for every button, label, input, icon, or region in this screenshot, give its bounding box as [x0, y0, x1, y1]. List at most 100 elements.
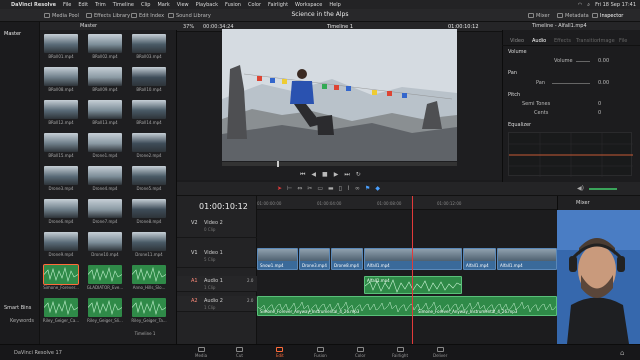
page-deliver[interactable]: Deliver — [433, 347, 447, 358]
skip-back-icon[interactable]: ⏮ — [300, 171, 305, 179]
clip-thumbnail[interactable] — [44, 67, 78, 86]
clip-thumbnail[interactable] — [132, 298, 166, 317]
inspector-button[interactable]: Inspector — [592, 11, 623, 20]
insert-clip-icon[interactable]: ▭ — [317, 185, 323, 192]
trim-tool-icon[interactable]: ⊢ — [287, 185, 292, 192]
clip-thumbnail[interactable] — [44, 166, 78, 185]
bin-master[interactable]: Master — [4, 31, 21, 37]
section-pan[interactable]: Pan — [508, 70, 517, 76]
audio-clip[interactable]: Simone_Forever_Anyway_Instrumental_4_26.… — [257, 296, 557, 316]
menu-mark[interactable]: Mark — [157, 2, 169, 8]
clip-thumbnail[interactable] — [132, 265, 166, 284]
timeline-ruler[interactable]: 01:00:00:00 01:00:04:00 01:00:08:00 01:00:1… — [257, 196, 557, 210]
play-icon[interactable]: ▶ — [334, 171, 339, 179]
clip-thumbnail[interactable] — [132, 67, 166, 86]
video-clip[interactable]: Drone3.mp4 — [299, 248, 330, 270]
flag-icon[interactable]: ⚑ — [365, 185, 370, 192]
section-volume[interactable]: Volume — [508, 49, 527, 55]
pan-slider[interactable] — [552, 83, 590, 84]
tab-image[interactable]: Image — [599, 38, 615, 44]
equalizer-graph[interactable] — [508, 132, 633, 177]
mixer-button[interactable]: Mixer — [528, 11, 550, 20]
cents-value[interactable]: 0 — [598, 110, 601, 116]
blade-tool-icon[interactable]: ✂ — [307, 185, 312, 192]
menu-playback[interactable]: Playback — [196, 2, 218, 8]
clip-thumbnail[interactable] — [132, 166, 166, 185]
volume-icon[interactable]: ◀) — [577, 185, 584, 192]
selection-tool-icon[interactable]: ➤ — [277, 185, 282, 192]
tab-effects[interactable]: Effects — [554, 38, 571, 44]
viewer-scrubber[interactable] — [222, 161, 457, 167]
dynamic-trim-icon[interactable]: ⇔ — [297, 185, 302, 192]
clip-thumbnail[interactable] — [44, 232, 78, 251]
volume-value[interactable]: 0.00 — [598, 58, 609, 64]
clip-thumbnail[interactable] — [132, 100, 166, 119]
clip-thumbnail[interactable] — [43, 264, 79, 285]
tab-transition[interactable]: Transition — [576, 38, 600, 44]
viewer-zoom[interactable]: 37% — [183, 24, 194, 30]
snapping-icon[interactable]: ⌇ — [347, 185, 350, 192]
clip-thumbnail[interactable] — [88, 67, 122, 86]
clip-thumbnail[interactable] — [88, 265, 122, 284]
search-icon[interactable]: ⌕ — [587, 2, 590, 8]
volume-slider[interactable] — [576, 61, 590, 62]
menu-help[interactable]: Help — [329, 2, 340, 8]
menu-clip[interactable]: Clip — [141, 2, 150, 8]
clip-thumbnail[interactable] — [132, 199, 166, 218]
clip-thumbnail[interactable] — [44, 100, 78, 119]
menu-edit[interactable]: Edit — [78, 2, 88, 8]
timeline-item-label[interactable]: Timeline 1 — [130, 331, 160, 337]
clip-thumbnail[interactable] — [132, 232, 166, 251]
skip-forward-icon[interactable]: ⏭ — [344, 171, 349, 179]
clip-thumbnail[interactable] — [132, 34, 166, 53]
video-clip[interactable]: Alfall1.mp4 — [364, 248, 462, 270]
linked-selection-icon[interactable]: ∞ — [355, 185, 360, 192]
sound-library-button[interactable]: Sound Library — [168, 11, 211, 20]
track-name[interactable]: Audio 2 — [204, 298, 223, 304]
clip-thumbnail[interactable] — [88, 232, 122, 251]
video-clip[interactable]: Alfall1.mp4 — [463, 248, 496, 270]
menu-file[interactable]: File — [63, 2, 71, 8]
menu-timeline[interactable]: Timeline — [113, 2, 134, 8]
clip-thumbnail[interactable] — [44, 298, 78, 317]
menu-color[interactable]: Color — [248, 2, 261, 8]
clip-thumbnail[interactable] — [88, 166, 122, 185]
marker-icon[interactable]: ◆ — [375, 185, 380, 192]
effects-library-button[interactable]: Effects Library — [86, 11, 130, 20]
menu-trim[interactable]: Trim — [95, 2, 106, 8]
app-menu[interactable]: DaVinci Resolve — [11, 2, 56, 8]
clip-thumbnail[interactable] — [88, 100, 122, 119]
clip-thumbnail[interactable] — [44, 199, 78, 218]
scrubber-handle[interactable] — [277, 161, 279, 167]
track-name[interactable]: Video 1 — [204, 250, 223, 256]
tab-file[interactable]: File — [619, 38, 627, 44]
video-clip[interactable]: Alfall1.mp4 — [497, 248, 557, 270]
playhead[interactable] — [412, 196, 413, 344]
loop-icon[interactable]: ↻ — [356, 171, 361, 179]
edit-index-button[interactable]: Edit Index — [131, 11, 164, 20]
clip-thumbnail[interactable] — [44, 34, 78, 53]
track-name[interactable]: Audio 1 — [204, 278, 223, 284]
clip-thumbnail[interactable] — [88, 34, 122, 53]
home-icon[interactable]: ⌂ — [620, 349, 624, 357]
metadata-button[interactable]: Metadata — [557, 11, 589, 20]
page-fusion[interactable]: Fusion — [314, 347, 327, 358]
clip-thumbnail[interactable] — [88, 199, 122, 218]
track-name[interactable]: Video 2 — [204, 220, 223, 226]
bin-keywords[interactable]: Keywords — [10, 318, 34, 324]
track-area[interactable]: 01:00:00:00 01:00:04:00 01:00:08:00 01:00:1… — [257, 196, 557, 344]
section-pitch[interactable]: Pitch — [508, 92, 520, 98]
stop-icon[interactable]: ■ — [322, 171, 328, 179]
clip-thumbnail[interactable] — [88, 298, 122, 317]
pan-value[interactable]: 0.00 — [598, 80, 609, 86]
video-clip[interactable]: Snow1.mp4 — [257, 248, 298, 270]
page-color[interactable]: Color — [355, 347, 365, 358]
video-frame[interactable] — [222, 29, 457, 161]
media-pool-button[interactable]: Media Pool — [44, 11, 79, 20]
tab-video[interactable]: Video — [510, 38, 524, 44]
menubar-clock[interactable]: Fri 18 Sep 17:41 — [595, 2, 636, 8]
video-clip[interactable]: Drone8.mp4 — [331, 248, 363, 270]
monitor-volume-slider[interactable] — [588, 188, 617, 190]
page-cut[interactable]: Cut — [236, 347, 243, 358]
audio-clip[interactable]: Alfall1.mp4 — [364, 276, 462, 294]
